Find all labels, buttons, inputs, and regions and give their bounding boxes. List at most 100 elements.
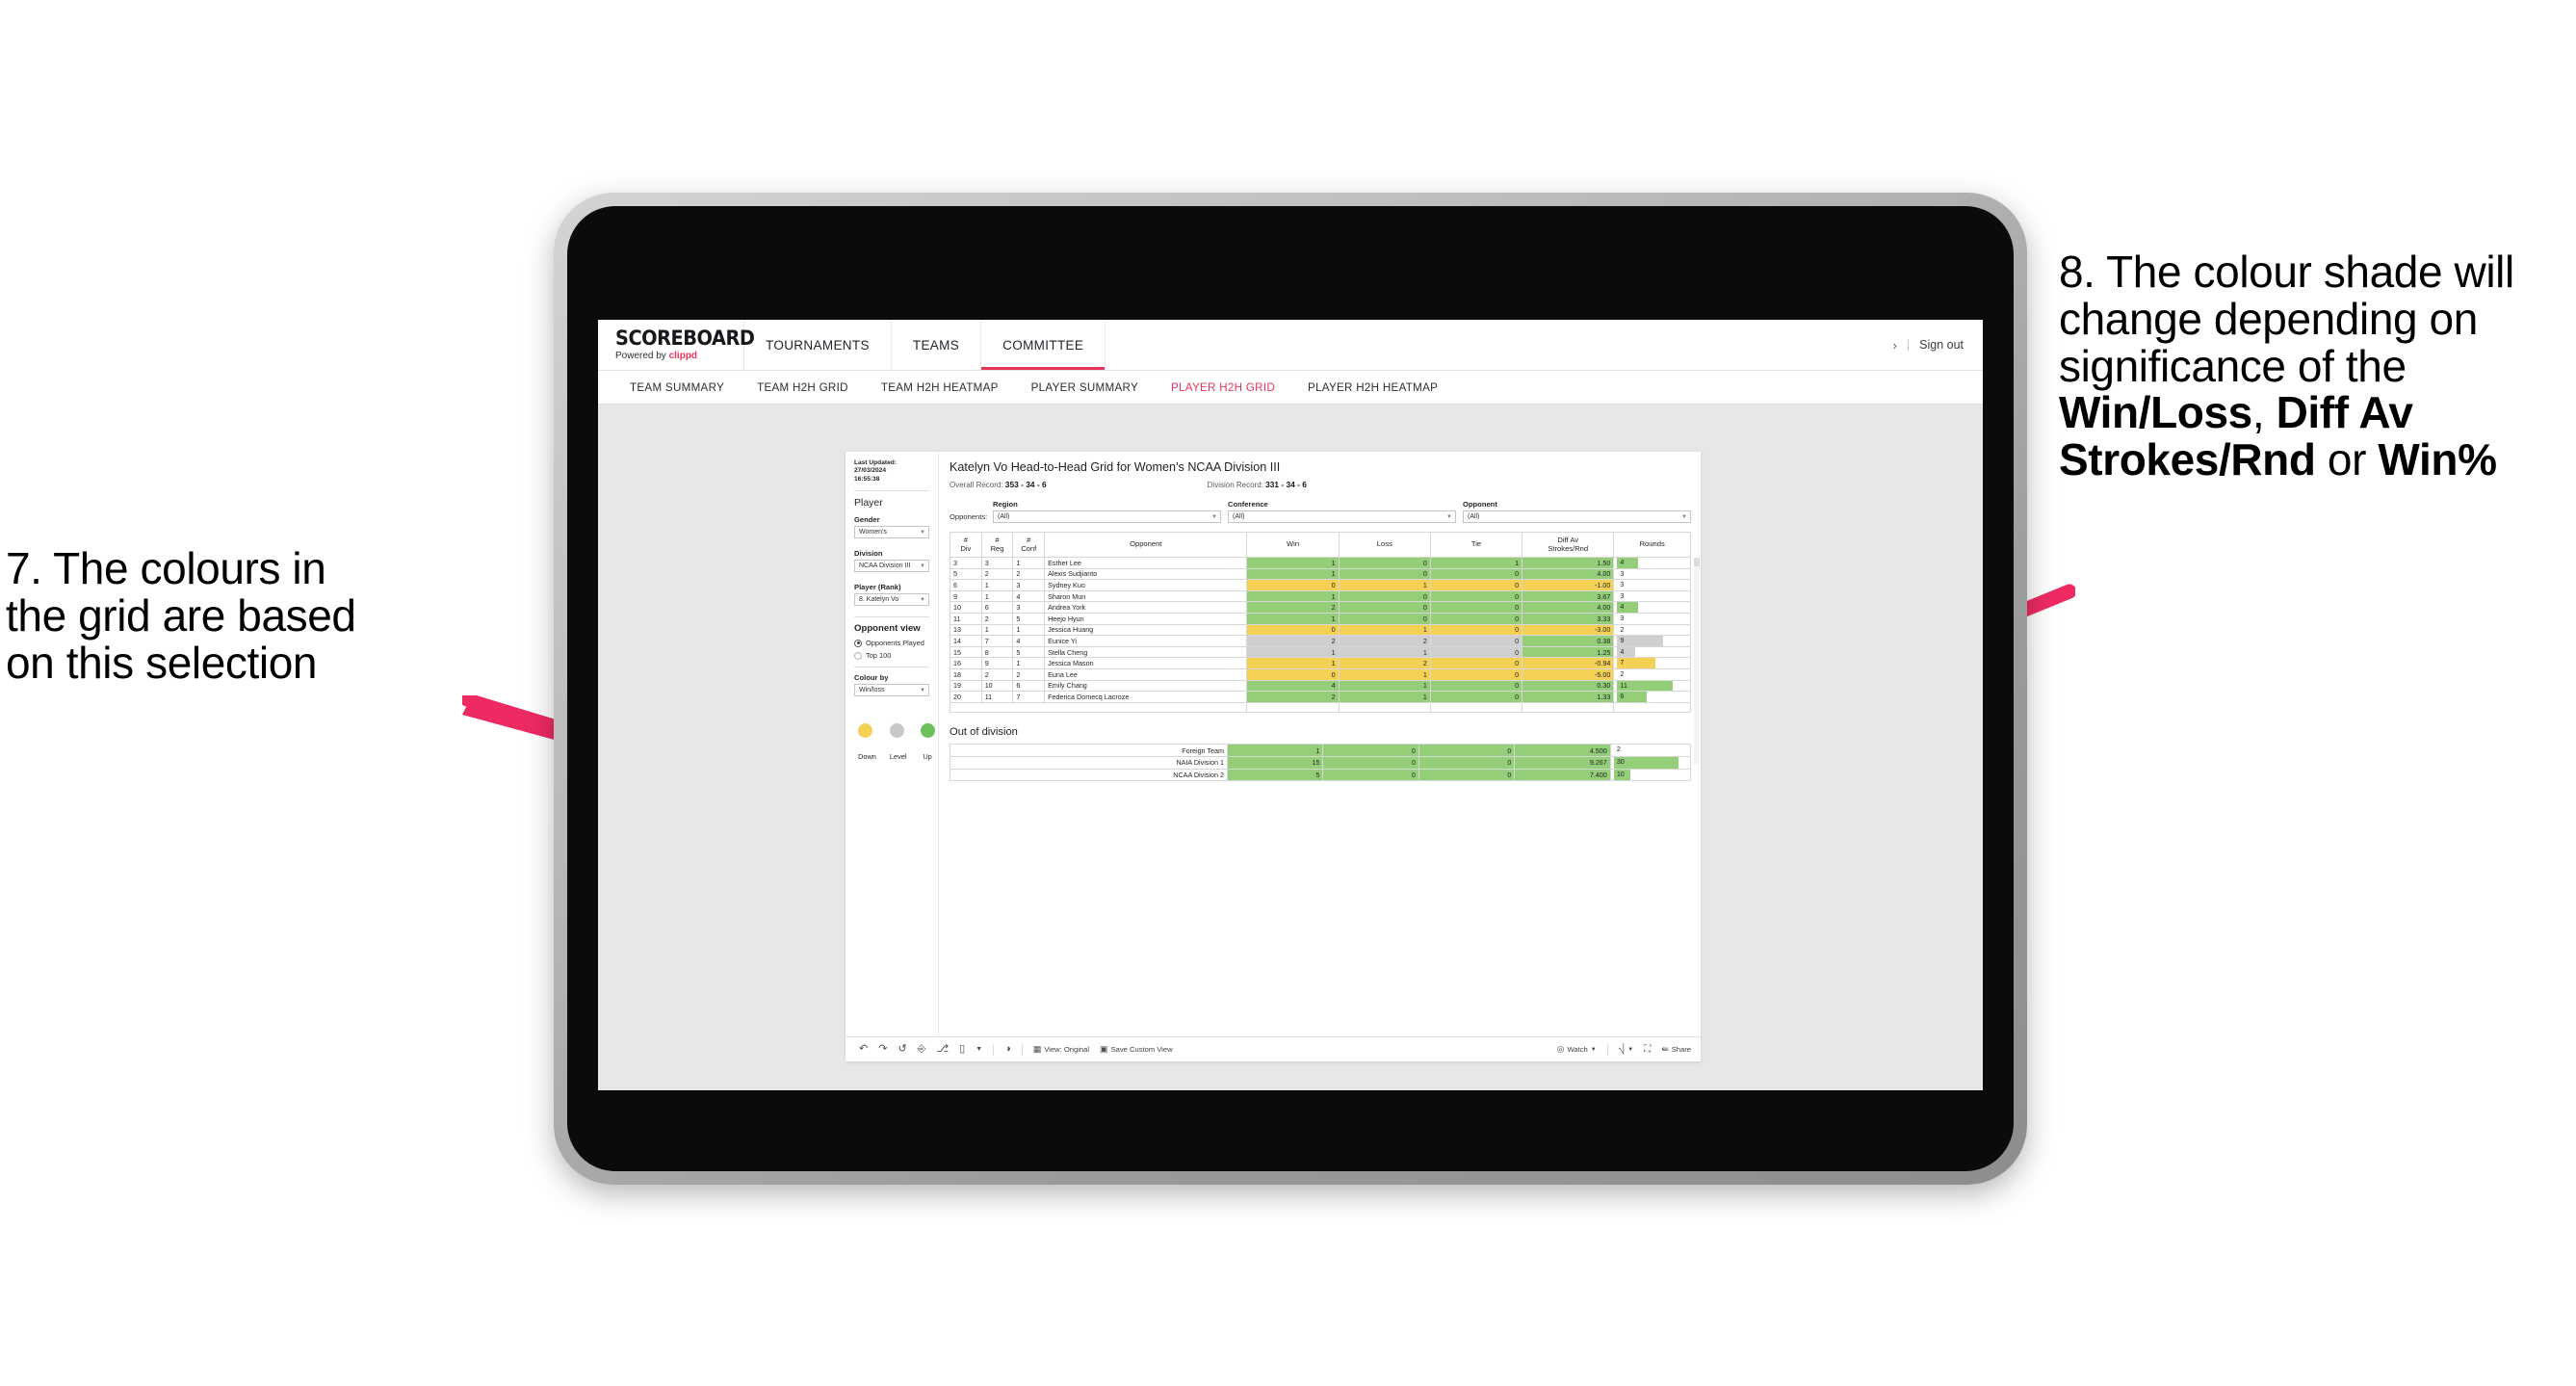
header-col-div[interactable]: # Div	[950, 532, 982, 558]
subtab-player-h2h-heatmap[interactable]: PLAYER H2H HEATMAP	[1291, 381, 1454, 394]
table-row[interactable]: 3 3 1 Esther Lee 1 0 1 1.50 4	[950, 557, 1691, 569]
layout-icon[interactable]: ▯	[959, 1044, 965, 1055]
opponent-select[interactable]: (All) ▼	[1463, 510, 1691, 523]
table-row[interactable]: 15 8 5 Stella Cheng 1 1 0 1.25 4	[950, 645, 1691, 659]
cell-tie: 0	[1429, 657, 1523, 669]
radio-top-100[interactable]: Top 100	[854, 651, 929, 660]
nav-teams[interactable]: TEAMS	[892, 320, 982, 370]
table-row[interactable]: 13 1 1 Jessica Huang 0 1 0 -3.00 2	[950, 623, 1691, 637]
cell-loss: 1	[1338, 645, 1431, 659]
table-row[interactable]: 6 1 3 Sydney Kuo 0 1 0 -1.00 3	[950, 579, 1691, 591]
header-col-loss[interactable]: Loss	[1338, 532, 1431, 558]
caret-down-icon[interactable]: ▼	[976, 1046, 982, 1053]
chevron-down-icon: ▼	[1446, 513, 1452, 520]
watch-button[interactable]: ◎ Watch ▼	[1557, 1045, 1597, 1055]
undo-icon[interactable]: ↶	[859, 1044, 868, 1055]
header-col-conf[interactable]: # Conf	[1012, 532, 1046, 558]
brand-logo[interactable]: SCOREBOARD Powered by clippd	[598, 320, 755, 370]
cell-win: 15	[1226, 755, 1324, 770]
cell-conf: 4	[1012, 589, 1046, 603]
cell-tie: 0	[1418, 744, 1516, 757]
legend-down: Down	[858, 723, 876, 761]
header-col-diff[interactable]: Diff Av Strokes/Rnd	[1522, 532, 1615, 558]
header-col-tie[interactable]: Tie	[1429, 532, 1523, 558]
redo-icon[interactable]: ↷	[878, 1044, 887, 1055]
out-of-division-title: Out of division	[950, 726, 1018, 739]
cell-reg: 2	[980, 667, 1014, 681]
cell-loss: 0	[1322, 744, 1419, 757]
save-custom-view-button[interactable]: ▣ Save Custom View	[1100, 1045, 1173, 1055]
refresh-data-icon[interactable]: ⎆	[918, 1044, 926, 1055]
cell-win: 1	[1246, 657, 1340, 669]
toolbar-divider-3	[1606, 1043, 1608, 1056]
table-row[interactable]: 20 11 7 Federica Domecq Lacroze 2 1 0 1.33 6	[950, 691, 1691, 703]
legend-dot-level	[889, 723, 904, 739]
brand-powered-prefix: Powered by	[615, 351, 669, 361]
table-scrollbar[interactable]	[1694, 558, 1700, 765]
out-of-division-row[interactable]: NAIA Division 1 15 0 0 9.267 30	[950, 755, 1692, 770]
header-col-win[interactable]: Win	[1246, 532, 1340, 558]
nav-committee[interactable]: COMMITTEE	[981, 320, 1106, 370]
cell-div: 6	[950, 579, 982, 591]
cell-opponent: Sharon Mun	[1044, 589, 1248, 603]
chevron-right-icon[interactable]: ›	[1893, 338, 1897, 353]
last-updated-line-1: Last Updated: 27/03/2024	[854, 459, 897, 475]
cell-diff: 7.400	[1514, 768, 1611, 782]
download-button[interactable]: ⎷ ▼	[1619, 1044, 1633, 1055]
nav-tournaments[interactable]: TOURNAMENTS	[744, 320, 892, 370]
out-of-division-row[interactable]: Foreign Team 1 0 0 4.500 2	[950, 744, 1692, 757]
subtab-team-h2h-grid[interactable]: TEAM H2H GRID	[741, 381, 865, 394]
chevron-down-icon: ▼	[1681, 513, 1687, 520]
subtab-player-h2h-grid[interactable]: PLAYER H2H GRID	[1155, 381, 1291, 394]
save-custom-view-label: Save Custom View	[1110, 1045, 1173, 1054]
table-row[interactable]: 10 6 3 Andrea York 2 0 0 4.00 4	[950, 601, 1691, 614]
cell-div: 3	[950, 557, 982, 569]
cell-reg: 7	[980, 635, 1014, 647]
cell-div: 15	[950, 645, 982, 659]
radio-opponents-played[interactable]: Opponents Played	[854, 639, 929, 647]
cell-opponent: Stella Cheng	[1044, 645, 1248, 659]
callout-7-text: 7. The colours in the grid are based on …	[6, 545, 516, 686]
subtab-player-summary[interactable]: PLAYER SUMMARY	[1015, 381, 1155, 394]
cell-win: 0	[1246, 667, 1340, 681]
cell-win: 1	[1246, 567, 1340, 581]
player-rank-label: Player (Rank)	[854, 583, 901, 592]
brand-clippd: clippd	[668, 351, 698, 361]
out-of-division-row[interactable]: NCAA Division 2 5 0 0 7.400 10	[950, 768, 1692, 782]
table-row[interactable]: 11 2 5 Heejo Hyun 1 0 0 3.33 3	[950, 612, 1691, 625]
conference-select[interactable]: (All) ▼	[1228, 510, 1456, 523]
cell-tie: 0	[1429, 635, 1523, 647]
region-caption: Region	[993, 500, 1018, 509]
header-col-rounds[interactable]: Rounds	[1613, 532, 1691, 558]
table-row[interactable]: 9 1 4 Sharon Mun 1 0 0 3.67 3	[950, 589, 1691, 603]
share-button[interactable]: ⇚ Share	[1661, 1045, 1691, 1055]
table-row[interactable]: 16 9 1 Jessica Mason 1 2 0 -0.94 7	[950, 657, 1691, 669]
gender-select[interactable]: Women’s ▼	[854, 526, 929, 539]
cell-rounds: 4	[1613, 645, 1691, 659]
sign-out-button[interactable]: Sign out	[1919, 338, 1964, 352]
header-col-opponent[interactable]: Opponent	[1044, 532, 1248, 558]
table-scrollbar-thumb[interactable]	[1694, 558, 1700, 566]
subtab-team-h2h-heatmap[interactable]: TEAM H2H HEATMAP	[865, 381, 1015, 394]
colour-by-select[interactable]: Win/loss ▼	[854, 684, 929, 697]
division-select[interactable]: NCAA Division III ▼	[854, 560, 929, 573]
table-row[interactable]: 19 10 6 Emily Chang 4 1 0 0.30 11	[950, 679, 1691, 693]
info-icon[interactable]: ◑	[1004, 1044, 1011, 1055]
table-row[interactable]: 5 2 2 Alexis Sudjianto 1 0 0 4.00 3	[950, 567, 1691, 581]
pause-updates-icon[interactable]: ⎇	[936, 1044, 949, 1055]
legend-dot-up	[920, 723, 935, 739]
player-rank-select[interactable]: 8. Katelyn Vo ▼	[854, 593, 929, 607]
view-original-button[interactable]: ▦ View: Original	[1033, 1045, 1089, 1055]
table-row[interactable]: 18 2 2 Euna Lee 0 1 0 -5.00 2	[950, 667, 1691, 681]
cell-diff: 0.30	[1522, 679, 1615, 693]
header-col-reg[interactable]: # Reg	[980, 532, 1014, 558]
subtab-team-summary[interactable]: TEAM SUMMARY	[613, 381, 741, 394]
callout-8-seg-1: Win/Loss	[2059, 387, 2252, 438]
table-row[interactable]: 14 7 4 Eunice Yi 2 2 0 0.38 9	[950, 635, 1691, 647]
cell-opponent: Federica Domecq Lacroze	[1044, 691, 1248, 703]
fullscreen-icon[interactable]: ⛶	[1644, 1044, 1651, 1055]
toolbar-divider-1	[993, 1043, 995, 1056]
cell-loss: 2	[1338, 635, 1431, 647]
revert-icon[interactable]: ↺	[898, 1044, 906, 1055]
region-select[interactable]: (All) ▼	[993, 510, 1221, 523]
